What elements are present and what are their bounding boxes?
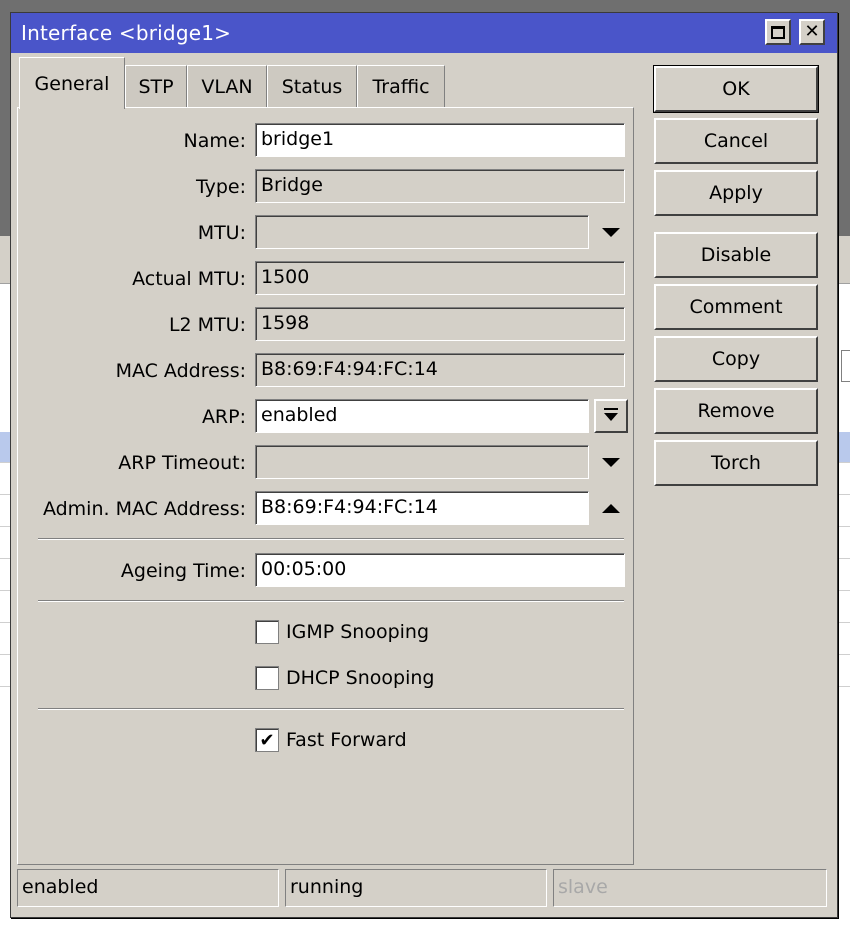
remove-button[interactable]: Remove [654, 388, 818, 434]
apply-button[interactable]: Apply [654, 170, 818, 216]
tab-vlan-label: VLAN [201, 75, 253, 98]
arp-timeout-label: ARP Timeout: [118, 452, 246, 474]
actual-mtu-field: 1500 [255, 261, 625, 295]
divider [38, 538, 624, 540]
admin-mac-label: Admin. MAC Address: [42, 498, 246, 520]
dhcp-snooping-checkbox[interactable] [255, 666, 279, 690]
close-button[interactable]: ✕ [799, 19, 825, 45]
chevron-down-icon [604, 413, 618, 421]
mtu-input[interactable] [255, 215, 589, 249]
interface-dialog: Interface <bridge1> ✕ General STP VLAN S… [10, 12, 838, 918]
arp-timeout-input[interactable] [255, 445, 589, 479]
divider [38, 708, 624, 710]
tab-vlan[interactable]: VLAN [187, 65, 267, 107]
tab-traffic[interactable]: Traffic [357, 65, 445, 107]
status-running: running [285, 869, 547, 907]
tab-status-label: Status [281, 75, 343, 98]
close-icon: ✕ [804, 21, 820, 42]
arp-label: ARP: [201, 406, 246, 428]
cancel-button[interactable]: Cancel [654, 118, 818, 164]
ok-button[interactable]: OK [653, 65, 819, 113]
type-field: Bridge [255, 169, 625, 203]
maximize-button[interactable] [765, 19, 791, 45]
admin-mac-collapse-arrow-icon[interactable] [602, 504, 620, 513]
l2-mtu-label: L2 MTU: [168, 314, 246, 336]
maximize-icon [771, 25, 785, 39]
tab-stp[interactable]: STP [125, 65, 187, 107]
mac-address-field: B8:69:F4:94:FC:14 [255, 353, 625, 387]
ageing-time-label: Ageing Time: [120, 560, 246, 582]
tab-general-label: General [34, 72, 110, 95]
name-input[interactable]: bridge1 [255, 123, 625, 157]
ageing-time-input[interactable]: 00:05:00 [255, 553, 625, 587]
mtu-label: MTU: [197, 222, 246, 244]
mtu-expand-arrow-icon[interactable] [602, 228, 620, 237]
background-field [841, 350, 850, 382]
tab-status[interactable]: Status [267, 65, 357, 107]
arp-dropdown-button[interactable] [594, 399, 628, 433]
dhcp-snooping-label: DHCP Snooping [286, 667, 435, 689]
checkmark-icon: ✔ [259, 729, 275, 751]
general-panel: Name: bridge1 Type: Bridge MTU: Actual M… [17, 107, 634, 865]
comment-button[interactable]: Comment [654, 284, 818, 330]
arp-select[interactable]: enabled [255, 399, 589, 433]
admin-mac-input[interactable]: B8:69:F4:94:FC:14 [255, 491, 589, 525]
disable-button[interactable]: Disable [654, 232, 818, 278]
tab-stp-label: STP [138, 75, 174, 98]
status-slave: slave [553, 869, 827, 907]
arp-timeout-expand-arrow-icon[interactable] [602, 458, 620, 467]
torch-button[interactable]: Torch [654, 440, 818, 486]
dropdown-bar-icon [604, 408, 618, 410]
actual-mtu-label: Actual MTU: [132, 268, 246, 290]
title-bar[interactable]: Interface <bridge1> ✕ [11, 13, 837, 53]
status-enabled: enabled [17, 869, 279, 907]
copy-button[interactable]: Copy [654, 336, 818, 382]
window-title: Interface <bridge1> [21, 21, 232, 45]
mac-address-label: MAC Address: [115, 360, 246, 382]
type-label: Type: [195, 176, 246, 198]
fast-forward-label: Fast Forward [286, 729, 407, 751]
fast-forward-checkbox[interactable]: ✔ [255, 728, 279, 752]
igmp-snooping-checkbox[interactable] [255, 620, 279, 644]
tab-general[interactable]: General [19, 57, 125, 109]
name-label: Name: [183, 130, 246, 152]
tab-traffic-label: Traffic [372, 75, 430, 98]
divider [38, 600, 624, 602]
igmp-snooping-label: IGMP Snooping [286, 621, 430, 643]
l2-mtu-field: 1598 [255, 307, 625, 341]
